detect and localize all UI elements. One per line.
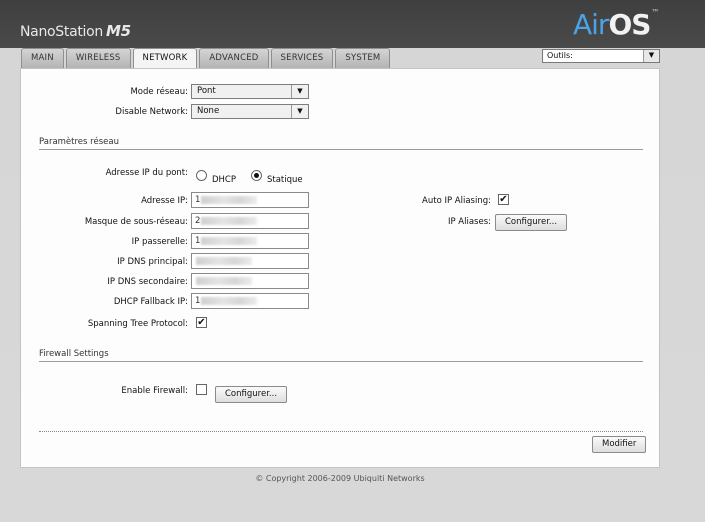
enable-firewall-checkbox[interactable]	[196, 384, 207, 395]
tab-main[interactable]: MAIN	[21, 48, 64, 68]
subnet-mask-label: Masque de sous-réseau:	[84, 217, 188, 227]
header: NanoStation M5 AirOS™ MAIN WIRELESS NETWO…	[0, 0, 705, 69]
tab-system[interactable]: SYSTEM	[335, 48, 391, 68]
configure-firewall-button[interactable]: Configurer...	[215, 386, 288, 403]
redacted-value	[196, 256, 252, 265]
ip-address-value: 1	[195, 195, 201, 205]
stp-checkbox[interactable]: ✔	[196, 317, 207, 328]
redacted-value	[201, 216, 258, 225]
dhcp-label: DHCP	[212, 175, 236, 185]
chevron-down-icon: ▼	[291, 85, 308, 98]
gateway-value: 1	[195, 236, 201, 246]
logo-tm: ™	[651, 8, 659, 17]
tab-network[interactable]: NETWORK	[132, 48, 198, 69]
dhcp-radio[interactable]	[196, 170, 207, 181]
redacted-value	[201, 195, 258, 204]
dhcp-fallback-label: DHCP Fallback IP:	[113, 297, 188, 307]
mode-select-value: Pont	[197, 86, 216, 96]
subnet-mask-input[interactable]: 2	[191, 213, 309, 229]
gateway-label: IP passerelle:	[131, 237, 188, 247]
section-network-params: Paramètres réseau	[39, 137, 643, 150]
main-tabs: MAIN WIRELESS NETWORK ADVANCED SERVICES …	[21, 48, 392, 69]
dhcp-fallback-input[interactable]: 1	[191, 293, 309, 309]
static-radio[interactable]	[251, 170, 262, 181]
redacted-value	[196, 276, 252, 285]
brand-model: M5	[105, 22, 131, 40]
auto-ip-aliasing-checkbox[interactable]: ✔	[498, 194, 509, 205]
gateway-input[interactable]: 1	[191, 233, 309, 249]
footer-divider	[39, 431, 643, 432]
tools-select[interactable]: Outils: ▼	[542, 49, 660, 63]
tab-services[interactable]: SERVICES	[270, 48, 334, 68]
chevron-down-icon: ▼	[643, 50, 659, 62]
ip-aliases-label: IP Aliases:	[447, 217, 491, 227]
network-panel: Mode réseau: Pont ▼ Disable Network: Non…	[20, 68, 660, 468]
auto-ip-aliasing-label: Auto IP Aliasing:	[422, 196, 491, 206]
brand-name: NanoStation	[20, 24, 103, 40]
dns2-label: IP DNS secondaire:	[107, 277, 188, 287]
subnet-mask-value: 2	[195, 216, 201, 226]
airos-logo: AirOS™	[573, 8, 659, 41]
ip-type-label: Adresse IP du pont:	[105, 168, 188, 178]
redacted-value	[201, 236, 258, 245]
tab-advanced[interactable]: ADVANCED	[199, 48, 269, 68]
dns2-input[interactable]	[191, 273, 309, 289]
stp-label: Spanning Tree Protocol:	[87, 319, 188, 329]
ip-address-input[interactable]: 1	[191, 192, 309, 208]
logo-os: OS	[608, 8, 651, 41]
disable-network-value: None	[197, 106, 220, 116]
tab-wireless[interactable]: WIRELESS	[65, 48, 131, 68]
mode-label: Mode réseau:	[130, 87, 188, 97]
modify-button[interactable]: Modifier	[592, 436, 647, 453]
check-icon: ✔	[197, 317, 206, 328]
static-label: Statique	[267, 175, 303, 185]
configure-aliases-button[interactable]: Configurer...	[495, 214, 568, 231]
enable-firewall-label: Enable Firewall:	[121, 386, 188, 396]
section-firewall: Firewall Settings	[39, 349, 643, 362]
check-icon: ✔	[499, 194, 508, 205]
mode-select[interactable]: Pont ▼	[191, 84, 309, 99]
disable-network-select[interactable]: None ▼	[191, 104, 309, 119]
redacted-value	[201, 296, 258, 305]
ip-address-label: Adresse IP:	[141, 196, 188, 206]
chevron-down-icon: ▼	[291, 105, 308, 118]
dns1-label: IP DNS principal:	[117, 257, 188, 267]
dhcp-fallback-value: 1	[195, 296, 201, 306]
copyright: © Copyright 2006-2009 Ubiquiti Networks	[255, 474, 425, 483]
logo-air: Air	[573, 8, 609, 41]
tools-select-value: Outils:	[547, 51, 573, 60]
disable-network-label: Disable Network:	[115, 107, 188, 117]
dns1-input[interactable]	[191, 253, 309, 269]
device-brand: NanoStation M5	[20, 22, 131, 40]
